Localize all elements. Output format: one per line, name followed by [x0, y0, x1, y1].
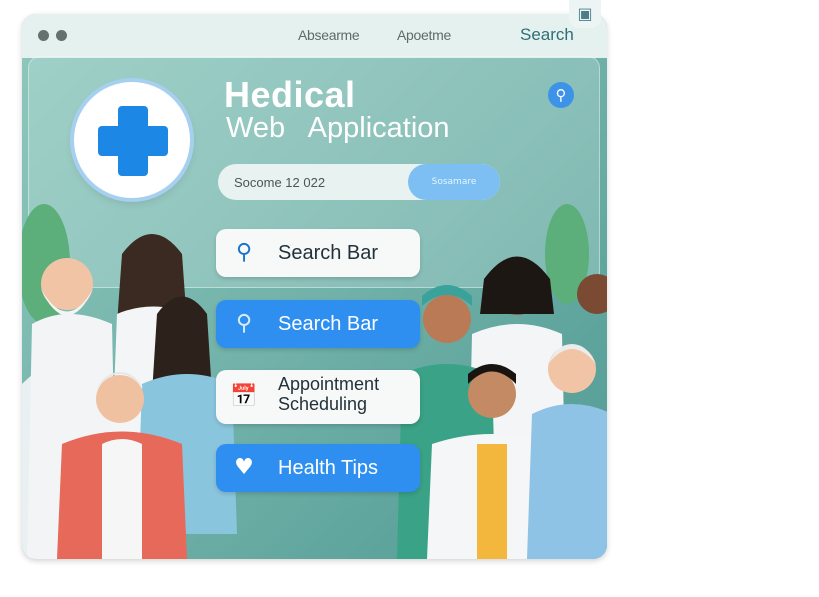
- menu-item-label: Health Tips: [278, 457, 379, 479]
- menu-item-search-bar-active[interactable]: ⚲ Search Bar: [216, 300, 420, 348]
- menu-item-appointment-scheduling[interactable]: 📅 Appointment Scheduling: [216, 370, 420, 424]
- screenshot-icon[interactable]: ▣: [569, 0, 601, 28]
- menu-item-health-tips[interactable]: ♥ Health Tips: [216, 444, 420, 492]
- search-input[interactable]: Socome 12 022 Sosamare: [218, 164, 500, 200]
- menu-item-search-bar[interactable]: ⚲ Search Bar: [216, 229, 420, 277]
- heart-icon: ♥: [234, 455, 254, 480]
- window-control-dot[interactable]: [56, 30, 67, 41]
- medical-cross-icon-bar: [98, 126, 168, 156]
- search-submit-button[interactable]: Sosamare: [408, 164, 500, 200]
- search-icon[interactable]: ⚲: [548, 82, 574, 108]
- app-window: Absearme Apoetme Search Hedical Web Appl…: [22, 14, 607, 559]
- menu-item-label: Search Bar: [278, 313, 379, 335]
- search-input-value[interactable]: Socome 12 022: [234, 175, 325, 190]
- app-subtitle: Web Application: [226, 112, 450, 144]
- nav-link-2[interactable]: Apoetme: [397, 27, 451, 43]
- nav-link-1[interactable]: Absearme: [298, 27, 360, 43]
- search-icon: ⚲: [235, 311, 253, 336]
- calendar-icon: 📅: [230, 384, 258, 409]
- menu-item-label: Appointment Scheduling: [278, 374, 380, 414]
- title-bar: Absearme Apoetme Search: [22, 14, 607, 58]
- search-icon: ⚲: [235, 240, 253, 265]
- menu-item-label: Search Bar: [278, 242, 379, 264]
- window-control-dot[interactable]: [38, 30, 49, 41]
- nav-search-link[interactable]: Search: [520, 25, 574, 45]
- app-title: Hedical: [224, 74, 356, 115]
